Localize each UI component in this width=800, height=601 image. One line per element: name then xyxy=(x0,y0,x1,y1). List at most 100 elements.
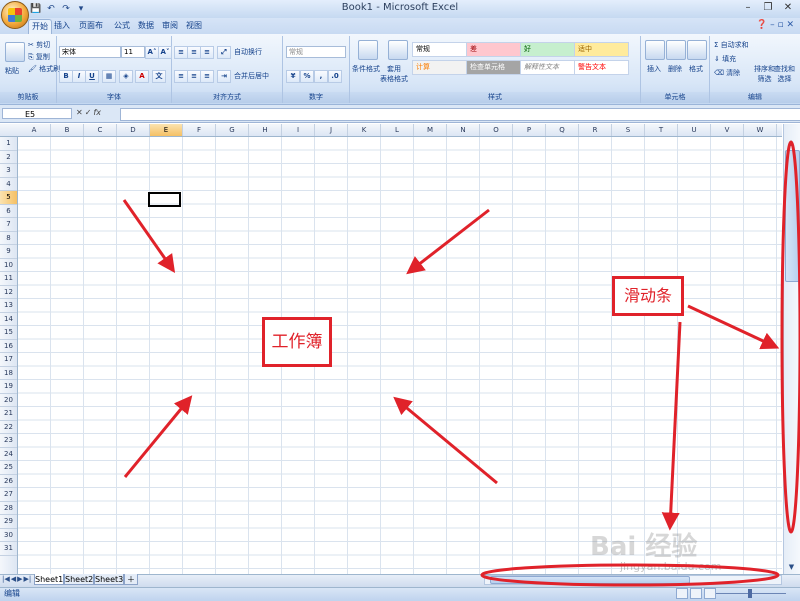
row-header-28[interactable]: 28 xyxy=(0,502,17,515)
normal-view-icon[interactable] xyxy=(676,588,688,599)
zoom-knob[interactable] xyxy=(748,589,752,598)
style-explanatory[interactable]: 解释性文本 xyxy=(520,60,575,75)
paste-icon[interactable] xyxy=(5,42,25,62)
tab-home[interactable]: 开始 xyxy=(28,19,52,34)
row-header-16[interactable]: 16 xyxy=(0,340,17,353)
worksheet-grid[interactable] xyxy=(18,137,782,574)
column-header-v[interactable]: V xyxy=(711,124,744,136)
row-header-23[interactable]: 23 xyxy=(0,434,17,448)
delete-cells-icon[interactable] xyxy=(666,40,686,60)
sheet-tab-3[interactable]: Sheet3 xyxy=(94,574,124,585)
conditional-format-button[interactable]: 条件格式 xyxy=(352,64,380,74)
row-header-4[interactable]: 4 xyxy=(0,178,17,191)
underline-button[interactable]: U xyxy=(85,70,99,83)
delete-cells-button[interactable]: 删除 xyxy=(668,64,682,74)
row-header-12[interactable]: 12 xyxy=(0,286,17,299)
font-name-select[interactable]: 宋体 xyxy=(59,46,121,58)
page-layout-view-icon[interactable] xyxy=(690,588,702,599)
row-header-9[interactable]: 9 xyxy=(0,245,17,259)
font-size-select[interactable]: 11 xyxy=(121,46,145,58)
comma-icon[interactable]: , xyxy=(314,70,328,83)
insert-sheet-icon[interactable]: ＋ xyxy=(124,574,138,585)
row-header-14[interactable]: 14 xyxy=(0,313,17,326)
clear-button[interactable]: ⌫ 清除 xyxy=(714,68,740,78)
row-header-8[interactable]: 8 xyxy=(0,232,17,245)
align-left-icon[interactable]: ≡ xyxy=(174,70,188,83)
merge-center-button[interactable]: 合并后居中 xyxy=(234,71,269,81)
scroll-up-icon[interactable]: ▲ xyxy=(785,137,798,149)
active-cell[interactable] xyxy=(148,192,181,207)
style-bad[interactable]: 差 xyxy=(466,42,521,57)
row-header-22[interactable]: 22 xyxy=(0,421,17,434)
row-header-30[interactable]: 30 xyxy=(0,529,17,542)
prev-sheet-icon[interactable]: ◀ xyxy=(11,575,16,583)
page-break-view-icon[interactable] xyxy=(704,588,716,599)
first-sheet-icon[interactable]: |◀ xyxy=(2,575,10,583)
sheet-tab-1[interactable]: Sheet1 xyxy=(34,574,64,585)
row-header-18[interactable]: 18 xyxy=(0,367,17,380)
row-header-27[interactable]: 27 xyxy=(0,488,17,502)
tab-review[interactable]: 审阅 xyxy=(160,19,180,33)
wrap-text-button[interactable]: 自动换行 xyxy=(234,47,262,57)
align-middle-icon[interactable]: ≡ xyxy=(187,46,201,59)
row-header-7[interactable]: 7 xyxy=(0,218,17,232)
format-cells-button[interactable]: 格式 xyxy=(689,64,703,74)
row-header-1[interactable]: 1 xyxy=(0,137,17,151)
column-header-a[interactable]: A xyxy=(18,124,51,136)
autosum-button[interactable]: Σ 自动求和 xyxy=(714,40,749,50)
table-format-button[interactable]: 套用 表格格式 xyxy=(380,64,408,84)
column-header-r[interactable]: R xyxy=(579,124,612,136)
column-header-w[interactable]: W xyxy=(744,124,777,136)
column-header-c[interactable]: C xyxy=(84,124,117,136)
scroll-down-icon[interactable]: ▼ xyxy=(785,561,798,573)
column-header-t[interactable]: T xyxy=(645,124,678,136)
row-header-24[interactable]: 24 xyxy=(0,448,17,461)
align-right-icon[interactable]: ≡ xyxy=(200,70,214,83)
row-header-5[interactable]: 5 xyxy=(0,191,17,205)
row-header-3[interactable]: 3 xyxy=(0,164,17,178)
find-select-button[interactable]: 查找和 选择 xyxy=(774,64,795,84)
column-header-k[interactable]: K xyxy=(348,124,381,136)
paste-button[interactable]: 粘贴 xyxy=(5,66,19,76)
align-bottom-icon[interactable]: ≡ xyxy=(200,46,214,59)
grow-font-button[interactable]: A˄ xyxy=(145,46,159,59)
column-header-o[interactable]: O xyxy=(480,124,513,136)
bold-button[interactable]: B xyxy=(59,70,73,83)
restore-button[interactable]: ❐ xyxy=(760,1,776,15)
style-normal[interactable]: 常规 xyxy=(412,42,467,57)
currency-icon[interactable]: ¥ xyxy=(286,70,300,83)
vertical-scroll-thumb[interactable] xyxy=(785,150,800,282)
column-header-m[interactable]: M xyxy=(414,124,447,136)
fill-button[interactable]: ⇓ 填充 xyxy=(714,54,736,64)
tab-data[interactable]: 数据 xyxy=(136,19,156,33)
row-header-2[interactable]: 2 xyxy=(0,151,17,164)
name-box[interactable]: E5 xyxy=(2,108,72,119)
column-header-q[interactable]: Q xyxy=(546,124,579,136)
style-neutral[interactable]: 适中 xyxy=(574,42,629,57)
help-icon[interactable]: ❓ – ▫ ✕ xyxy=(756,20,794,30)
row-header-25[interactable]: 25 xyxy=(0,461,17,475)
column-header-j[interactable]: J xyxy=(315,124,348,136)
row-header-10[interactable]: 10 xyxy=(0,259,17,272)
row-header-21[interactable]: 21 xyxy=(0,407,17,421)
align-center-icon[interactable]: ≡ xyxy=(187,70,201,83)
column-header-s[interactable]: S xyxy=(612,124,645,136)
decimal-icon[interactable]: .0 xyxy=(328,70,342,83)
border-icon[interactable]: ▦ xyxy=(102,70,116,83)
tab-view[interactable]: 视图 xyxy=(184,19,204,33)
row-header-13[interactable]: 13 xyxy=(0,299,17,313)
tab-page-layout[interactable]: 页面布局 xyxy=(76,19,106,44)
align-top-icon[interactable]: ≡ xyxy=(174,46,188,59)
column-header-b[interactable]: B xyxy=(51,124,84,136)
indent-icon[interactable]: ⇥ xyxy=(217,70,231,83)
row-header-15[interactable]: 15 xyxy=(0,326,17,340)
tab-formulas[interactable]: 公式 xyxy=(112,19,132,33)
style-check-cell[interactable]: 检查单元格 xyxy=(466,60,521,75)
tab-insert[interactable]: 插入 xyxy=(52,19,72,33)
sort-filter-button[interactable]: 排序和 筛选 xyxy=(754,64,775,84)
cancel-icon[interactable]: ✕ xyxy=(76,108,83,120)
column-header-h[interactable]: H xyxy=(249,124,282,136)
table-format-icon[interactable] xyxy=(388,40,408,60)
phonetic-icon[interactable]: 文 xyxy=(152,70,166,83)
row-header-17[interactable]: 17 xyxy=(0,353,17,367)
